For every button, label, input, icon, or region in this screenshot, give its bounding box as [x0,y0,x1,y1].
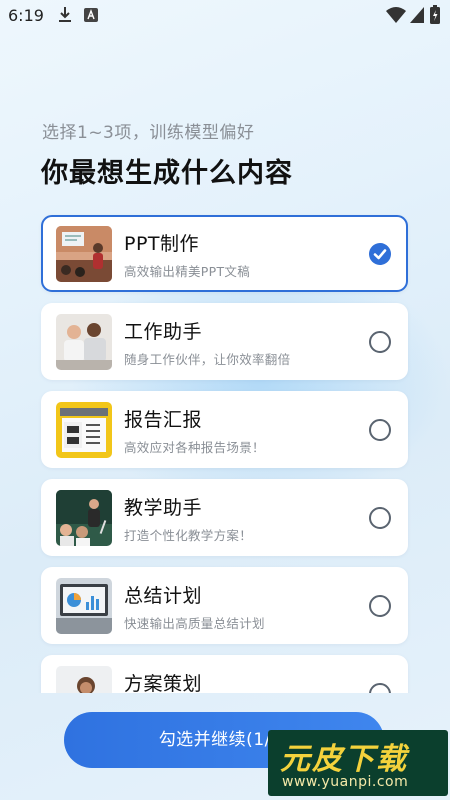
calendar-checklist-image [56,402,112,458]
laptop-charts-photo [56,578,112,634]
option-card-ppt[interactable]: PPT制作 高效输出精美PPT文稿 [41,215,408,292]
status-time: 6:19 [8,6,44,25]
radio-unchecked-icon[interactable] [369,507,391,529]
signal-icon [410,7,424,23]
coworkers-photo [56,314,112,370]
page-title: 你最想生成什么内容 [41,158,293,189]
option-title: 教学助手 [124,497,203,519]
watermark-url: www.yuanpi.com [282,774,409,790]
download-icon [59,7,71,22]
battery-icon [430,5,440,24]
radio-unchecked-icon[interactable] [369,683,391,693]
woman-portrait-photo [56,666,112,693]
option-description: 快速输出高质量总结计划 [124,616,265,631]
option-card-report[interactable]: 报告汇报 高效应对各种报告场景！ [41,391,408,468]
presentation-photo [56,226,112,282]
option-title: 报告汇报 [124,409,203,431]
classroom-photo [56,490,112,546]
option-description: 打造个性化教学方案！ [124,528,253,543]
option-card-teaching[interactable]: 教学助手 打造个性化教学方案！ [41,479,408,556]
option-description: 随身工作伙伴，让你效率翻倍 [124,352,291,367]
options-list[interactable]: PPT制作 高效输出精美PPT文稿 工作助手 随身工作伙伴，让你效率翻倍 报告汇… [0,205,450,693]
watermark-logo: 元皮下载 www.yuanpi.com [268,730,448,796]
checkbox-checked-icon[interactable] [369,243,391,265]
app-a-icon [84,8,98,22]
option-title: PPT制作 [124,233,200,255]
option-title: 方案策划 [124,673,203,693]
option-description: 高效输出精美PPT文稿 [124,264,251,279]
option-card-summary-plan[interactable]: 总结计划 快速输出高质量总结计划 [41,567,408,644]
watermark-brand: 元皮下载 [280,742,408,777]
option-card-proposal[interactable]: 方案策划 [41,655,408,693]
wifi-icon [386,7,406,23]
option-title: 工作助手 [124,321,203,343]
radio-unchecked-icon[interactable] [369,331,391,353]
radio-unchecked-icon[interactable] [369,595,391,617]
radio-unchecked-icon[interactable] [369,419,391,441]
option-description: 高效应对各种报告场景！ [124,440,265,455]
page-subtitle: 选择1~3项，训练模型偏好 [42,123,255,143]
option-title: 总结计划 [124,585,203,607]
status-bar: 6:19 [0,0,450,30]
option-card-work-assistant[interactable]: 工作助手 随身工作伙伴，让你效率翻倍 [41,303,408,380]
